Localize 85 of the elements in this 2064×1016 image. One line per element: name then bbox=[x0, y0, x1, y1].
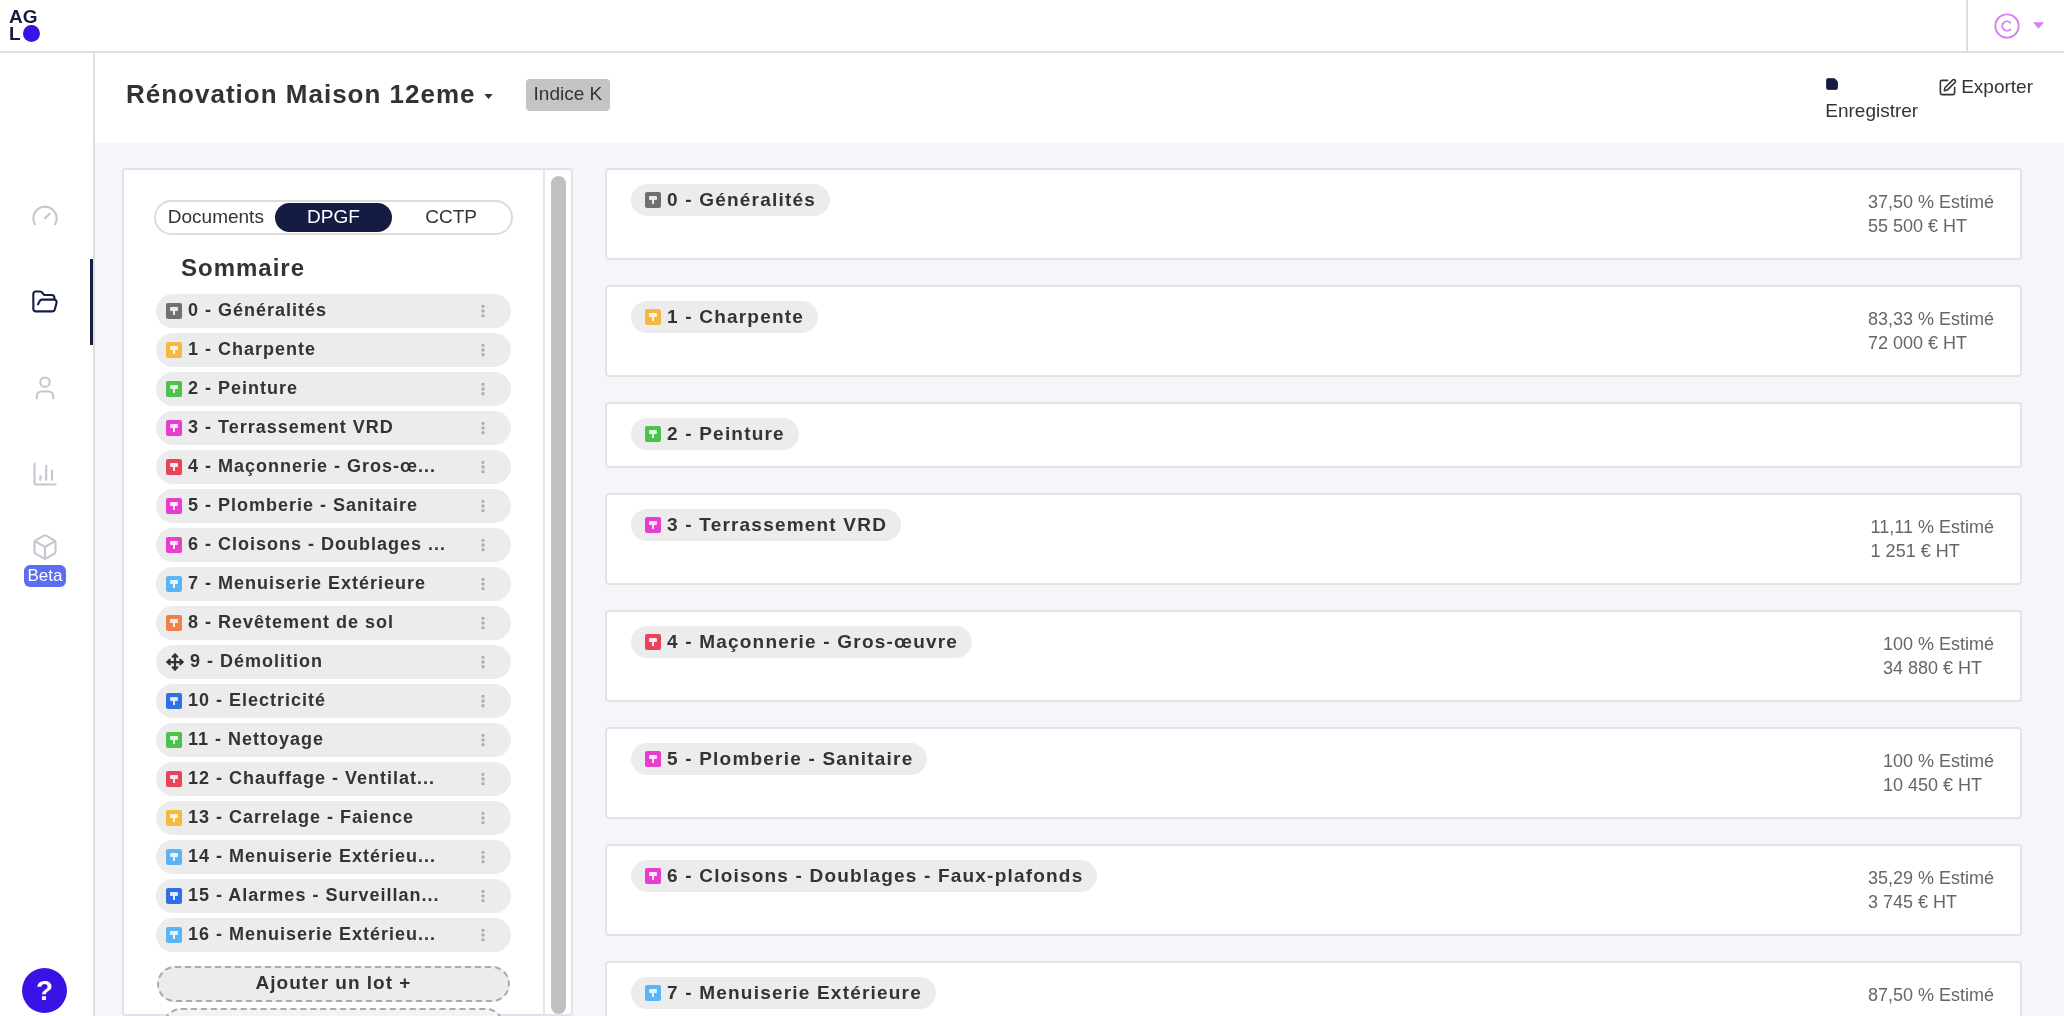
add-lot-button[interactable]: Ajouter un lot + bbox=[157, 965, 510, 1002]
lot-list-item[interactable]: 11 - Nettoyage bbox=[156, 722, 511, 757]
lot-name: 13 - Carrelage - Faience bbox=[188, 806, 416, 829]
lot-title: 5 - Plomberie - Sanitaire bbox=[667, 746, 914, 771]
estimate-amount: 72 000 € HT bbox=[1867, 332, 1967, 355]
lot-title: 4 - Maçonnerie - Gros-œuvre bbox=[667, 629, 959, 654]
caret-icon[interactable] bbox=[483, 94, 493, 99]
lot-name: 8 - Revêtement de sol bbox=[188, 611, 396, 634]
logo-text: AG bbox=[9, 9, 39, 25]
lot-title: 7 - Menuiserie Extérieure bbox=[667, 980, 922, 1005]
lot-name: 4 - Maçonnerie - Gros-œ... bbox=[188, 455, 438, 478]
lot-list-item[interactable]: 14 - Menuiserie Extérieu... bbox=[156, 839, 511, 874]
lot-list-item[interactable]: 9 - Démolition bbox=[156, 644, 511, 679]
estimate-percent: 83,33 % Estimé bbox=[1867, 308, 1994, 331]
logo-text: L bbox=[9, 25, 21, 42]
lot-list-item[interactable]: 16 - Menuiserie Extérieu... bbox=[156, 917, 511, 952]
lot-card[interactable]: 2 - Peinture bbox=[605, 402, 2022, 468]
save-icon bbox=[1825, 77, 1840, 91]
lot-title: 1 - Charpente bbox=[667, 304, 804, 329]
lot-list-item[interactable]: 8 - Revêtement de sol bbox=[156, 605, 511, 640]
lot-list-item[interactable]: 6 - Cloisons - Doublages ... bbox=[156, 527, 511, 562]
lot-card[interactable]: 6 - Cloisons - Doublages - Faux-plafonds 35,29 % Estimé 3 745 € HT bbox=[605, 844, 2022, 936]
edit-icon bbox=[1938, 77, 1958, 97]
estimate-amount: 3 745 € HT bbox=[1867, 891, 1957, 914]
estimate-percent: 35,29 % Estimé bbox=[1867, 867, 1994, 890]
estimate-amount: 34 880 € HT bbox=[1882, 657, 1982, 680]
lot-card[interactable]: 3 - Terrassement VRD 11,11 % Estimé 1 251 € HT bbox=[605, 493, 2022, 585]
bar-chart-icon bbox=[31, 460, 59, 488]
lot-name: 3 - Terrassement VRD bbox=[188, 416, 395, 439]
lot-list-item[interactable]: 4 - Maçonnerie - Gros-œ... bbox=[156, 449, 511, 484]
app-logo[interactable]: AG L bbox=[9, 9, 40, 42]
lot-list-item[interactable]: 3 - Terrassement VRD bbox=[156, 410, 511, 445]
lot-name: 11 - Nettoyage bbox=[188, 728, 326, 751]
lot-name: 7 - Menuiserie Extérieure bbox=[188, 572, 428, 595]
lot-list-item[interactable]: 15 - Alarmes - Surveillan... bbox=[156, 878, 511, 913]
lot-name: 0 - Généralités bbox=[188, 299, 329, 322]
lot-title: 6 - Cloisons - Doublages - Faux-plafonds bbox=[667, 863, 1084, 888]
project-title[interactable]: Rénovation Maison 12eme bbox=[126, 75, 476, 114]
lot-list-item[interactable]: 0 - Généralités bbox=[156, 293, 511, 328]
estimate-percent: 87,50 % Estimé bbox=[1867, 984, 1994, 1007]
lot-card[interactable]: 7 - Menuiserie Extérieure 87,50 % Estimé bbox=[605, 961, 2022, 1016]
lot-card[interactable]: 0 - Généralités 37,50 % Estimé 55 500 € HT bbox=[605, 168, 2022, 260]
estimate-percent: 37,50 % Estimé bbox=[1867, 191, 1994, 214]
estimate-amount: 10 450 € HT bbox=[1882, 774, 1982, 797]
view-tab[interactable]: Documents bbox=[157, 203, 275, 232]
lot-list-item[interactable]: 12 - Chauffage - Ventilat... bbox=[156, 761, 511, 796]
lot-name: 5 - Plomberie - Sanitaire bbox=[188, 494, 420, 517]
nav-item[interactable]: Beta bbox=[0, 517, 93, 603]
lot-list-item[interactable]: 13 - Carrelage - Faience bbox=[156, 800, 511, 835]
lot-card[interactable]: 4 - Maçonnerie - Gros-œuvre 100 % Estimé 34 880 € HT bbox=[605, 610, 2022, 702]
lot-list-item[interactable]: 5 - Plomberie - Sanitaire bbox=[156, 488, 511, 523]
view-tab[interactable]: DPGF bbox=[274, 203, 393, 232]
estimate-amount: 1 251 € HT bbox=[1870, 540, 1960, 563]
lot-list-item[interactable]: 1 - Charpente bbox=[156, 332, 511, 367]
user-avatar-icon[interactable] bbox=[1993, 11, 2021, 40]
lot-name: 1 - Charpente bbox=[188, 338, 318, 361]
lot-title: 0 - Généralités bbox=[667, 187, 816, 212]
lot-card[interactable]: 5 - Plomberie - Sanitaire 100 % Estimé 10 450 € HT bbox=[605, 727, 2022, 819]
estimate-percent: 11,11 % Estimé bbox=[1870, 516, 1994, 539]
estimate-amount: 55 500 € HT bbox=[1867, 215, 1967, 238]
lot-list-item[interactable]: 2 - Peinture bbox=[156, 371, 511, 406]
lot-name: 15 - Alarmes - Surveillan... bbox=[188, 884, 441, 907]
estimate-percent: 100 % Estimé bbox=[1882, 633, 1994, 656]
lot-title: 3 - Terrassement VRD bbox=[667, 512, 888, 537]
beta-badge: Beta bbox=[23, 565, 67, 587]
export-button[interactable]: Exporter bbox=[1938, 73, 2033, 102]
scrollbar-thumb[interactable] bbox=[550, 176, 566, 1014]
summary-title: Sommaire bbox=[181, 252, 307, 283]
lot-name: 10 - Electricité bbox=[188, 689, 328, 712]
lot-name: 14 - Menuiserie Extérieu... bbox=[188, 845, 438, 868]
lot-name: 9 - Démolition bbox=[190, 650, 324, 673]
lot-name: 2 - Peinture bbox=[188, 377, 300, 400]
lot-title: 2 - Peinture bbox=[667, 421, 785, 446]
index-badge: Indice K bbox=[525, 78, 611, 111]
cube-icon bbox=[31, 533, 59, 561]
help-button[interactable]: ? bbox=[22, 968, 67, 1013]
lot-name: 16 - Menuiserie Extérieu... bbox=[188, 923, 438, 946]
lot-list-item[interactable]: 7 - Menuiserie Extérieure bbox=[156, 566, 511, 601]
estimate-percent: 100 % Estimé bbox=[1882, 750, 1994, 773]
lot-name: 12 - Chauffage - Ventilat... bbox=[188, 767, 437, 790]
view-tab[interactable]: CCTP bbox=[392, 203, 510, 232]
lot-name: 6 - Cloisons - Doublages ... bbox=[188, 533, 448, 556]
save-button[interactable]: Enregistrer bbox=[1825, 73, 1919, 126]
lot-list-item[interactable]: 10 - Electricité bbox=[156, 683, 511, 718]
lot-card[interactable]: 1 - Charpente 83,33 % Estimé 72 000 € HT bbox=[605, 285, 2022, 377]
